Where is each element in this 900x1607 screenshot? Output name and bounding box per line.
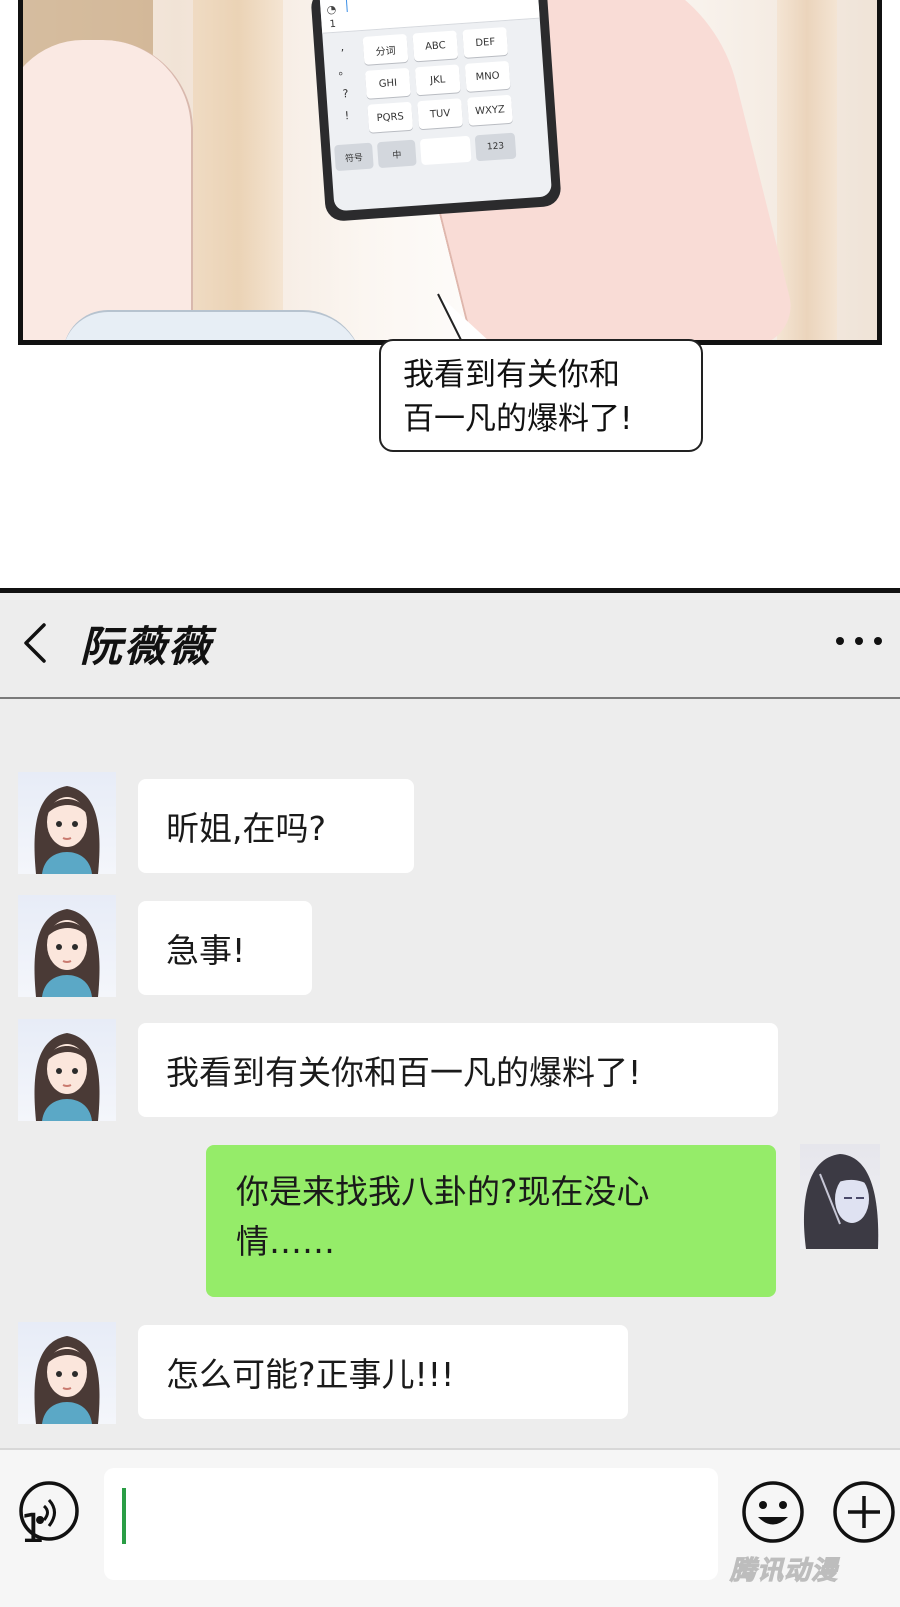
message-text: 急事! (166, 931, 246, 970)
speech-line: 我看到有关你和 (403, 357, 620, 393)
more-dot (874, 637, 882, 645)
contact-avatar[interactable] (18, 772, 116, 874)
back-icon[interactable] (20, 621, 50, 665)
contact-avatar[interactable] (18, 895, 116, 997)
girl-portrait-icon (803, 1154, 879, 1249)
self-message-bubble[interactable]: 你是来找我八卦的?现在没心情…… (206, 1145, 776, 1297)
voice-icon: ◔ (326, 2, 337, 17)
message-text: 你是来找我八卦的?现在没心情…… (236, 1172, 650, 1261)
t9-key: WXYZ (467, 94, 513, 126)
message-bubble[interactable]: 昕姐,在吗? (138, 779, 414, 873)
self-avatar[interactable] (800, 1144, 880, 1249)
t9-key: TUV (417, 98, 464, 130)
message-text: 我看到有关你和百一凡的爆料了! (166, 1053, 642, 1092)
t9-key: PQRS (367, 101, 414, 133)
curtain-drape (193, 0, 283, 340)
phone-screen: ◔ 1 , 。 ? ! 分词 ABC DEF GHI JKL MNO PQRS … (319, 0, 553, 212)
girl-portrait-icon (34, 786, 100, 874)
t9-key: JKL (414, 64, 461, 96)
girl-portrait-icon (34, 1033, 100, 1121)
message-text: 昕姐,在吗? (166, 809, 327, 848)
character-sleeve (63, 310, 363, 340)
t9-key-grid: 分词 ABC DEF GHI JKL MNO PQRS TUV WXYZ (362, 26, 515, 133)
punct-key: ! (344, 109, 350, 123)
more-dot (855, 637, 863, 645)
text-cursor (345, 0, 348, 13)
punct-key: , (340, 40, 345, 54)
t9-keyboard: , 。 ? ! 分词 ABC DEF GHI JKL MNO PQRS TUV … (322, 19, 552, 212)
symbol-key: 符号 (334, 142, 374, 172)
watermark-logo: 腾讯动漫 (729, 1556, 839, 1587)
t9-key: ABC (412, 30, 459, 62)
space-key (419, 135, 472, 166)
emoji-icon[interactable] (741, 1480, 805, 1544)
character-shoulder (23, 40, 193, 340)
chat-header: 阮薇薇 (0, 593, 900, 699)
phone-input-digit: 1 (329, 18, 337, 31)
message-bubble[interactable]: 我看到有关你和百一凡的爆料了! (138, 1023, 778, 1117)
t9-key: MNO (464, 60, 511, 92)
speech-bubble-tail (437, 293, 490, 343)
message-bubble[interactable]: 急事! (138, 901, 312, 995)
keyboard-bottom-row: 符号 中 123 (334, 132, 517, 172)
page-counter: 1 (20, 1506, 46, 1552)
punct-key: 。 (337, 63, 350, 78)
chat-screen: 阮薇薇 昕姐,在吗? 急事! 我看到有关你和百一凡的爆料了! 你是来找我八卦的?… (0, 588, 900, 1607)
numeric-mode-key: 123 (474, 132, 517, 162)
more-icon[interactable] (836, 637, 882, 649)
speech-line: 百一凡的爆料了! (403, 401, 633, 437)
chat-title: 阮薇薇 (80, 622, 213, 671)
input-bar: 1 腾讯动漫 (0, 1448, 900, 1607)
contact-avatar[interactable] (18, 1019, 116, 1121)
message-bubble[interactable]: 怎么可能?正事儿!!! (138, 1325, 628, 1419)
message-input[interactable] (104, 1468, 718, 1580)
t9-key: GHI (364, 67, 411, 99)
punctuation-column: , 。 ? ! (327, 39, 363, 123)
more-dot (836, 637, 844, 645)
t9-key: DEF (462, 26, 509, 58)
message-text: 怎么可能?正事儿!!! (166, 1355, 455, 1394)
speech-bubble: 我看到有关你和 百一凡的爆料了! (379, 339, 703, 452)
girl-portrait-icon (34, 1336, 100, 1424)
phone-illustration: ◔ 1 , 。 ? ! 分词 ABC DEF GHI JKL MNO PQRS … (310, 0, 562, 222)
plus-icon[interactable] (832, 1480, 896, 1544)
girl-portrait-icon (34, 909, 100, 997)
punct-key: ? (342, 87, 349, 101)
text-cursor (122, 1488, 126, 1544)
t9-key: 分词 (362, 33, 409, 65)
chinese-mode-key: 中 (376, 139, 417, 169)
contact-avatar[interactable] (18, 1322, 116, 1424)
